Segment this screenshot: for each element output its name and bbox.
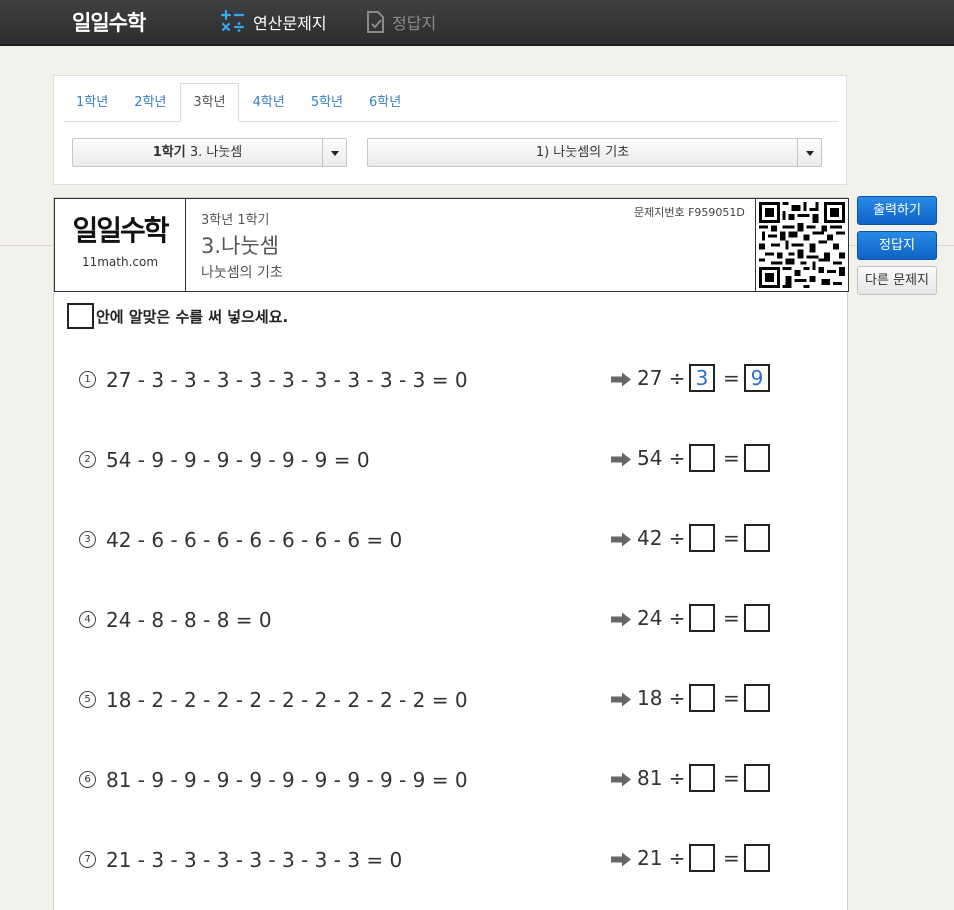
nav-problems-link[interactable]: 연산문제지 xyxy=(220,8,327,36)
instruction-text: 안에 알맞은 수를 써 넣으세요. xyxy=(96,307,289,326)
arithmetic-icon xyxy=(220,9,245,32)
divisor-answer-box[interactable] xyxy=(689,844,715,872)
nav-answers-link[interactable]: 정답지 xyxy=(366,8,436,36)
problem-row: 6 81 - 9 - 9 - 9 - 9 - 9 - 9 - 9 - 9 - 9… xyxy=(79,763,839,799)
quotient-answer-box[interactable] xyxy=(744,764,770,792)
print-button[interactable]: 출력하기 xyxy=(857,196,937,225)
site-url: 11math.com xyxy=(81,255,159,269)
problem-expression: 42 - 6 - 6 - 6 - 6 - 6 - 6 - 6 = 0 xyxy=(106,528,403,552)
division-expression: 42 ÷ xyxy=(637,526,686,550)
problem-number: 4 xyxy=(79,611,96,628)
problem-row: 7 21 - 3 - 3 - 3 - 3 - 3 - 3 - 3 = 0 21 … xyxy=(79,843,839,879)
right-arrow-icon xyxy=(611,452,631,467)
nav-problems-label: 연산문제지 xyxy=(253,14,327,33)
problem-expression: 18 - 2 - 2 - 2 - 2 - 2 - 2 - 2 - 2 - 2 =… xyxy=(106,688,468,712)
divisor-answer-box[interactable]: 3 xyxy=(689,364,715,392)
worksheet-logo: 일일수학 xyxy=(72,214,169,247)
divisor-answer-box[interactable] xyxy=(689,684,715,712)
chevron-down-icon[interactable] xyxy=(322,139,346,166)
topic-select-value: 1) 나눗셈의 기초 xyxy=(535,145,630,160)
grade-tabs: 1학년 2학년 3학년 4학년 5학년 6학년 xyxy=(64,83,838,122)
equals-sign: = xyxy=(723,686,740,710)
sheet-number: 문제지번호 F959051D xyxy=(634,206,745,219)
equals-sign: = xyxy=(723,766,740,790)
right-arrow-icon xyxy=(611,852,631,867)
site-logo[interactable]: 일일수학 xyxy=(72,7,146,37)
equals-sign: = xyxy=(723,846,740,870)
problem-row: 1 27 - 3 - 3 - 3 - 3 - 3 - 3 - 3 - 3 - 3… xyxy=(79,363,839,399)
tab-grade-2[interactable]: 2학년 xyxy=(122,84,178,121)
other-worksheet-button[interactable]: 다른 문제지 xyxy=(857,266,937,295)
division-expression: 24 ÷ xyxy=(637,606,686,630)
top-nav-bar: 일일수학 연산문제지 정답지 xyxy=(0,0,954,46)
problem-expression: 21 - 3 - 3 - 3 - 3 - 3 - 3 - 3 = 0 xyxy=(106,848,403,872)
divisor-answer-box[interactable] xyxy=(689,524,715,552)
problem-row: 3 42 - 6 - 6 - 6 - 6 - 6 - 6 - 6 = 0 42 … xyxy=(79,523,839,559)
qr-code-icon xyxy=(759,202,845,288)
right-arrow-icon xyxy=(611,612,631,627)
right-arrow-icon xyxy=(611,532,631,547)
grade-semester: 3학년 1학기 xyxy=(201,213,270,228)
division-expression: 54 ÷ xyxy=(637,446,686,470)
nav-answers-label: 정답지 xyxy=(392,14,437,33)
problem-row: 5 18 - 2 - 2 - 2 - 2 - 2 - 2 - 2 - 2 - 2… xyxy=(79,683,839,719)
equals-sign: = xyxy=(723,606,740,630)
tab-grade-6[interactable]: 6학년 xyxy=(357,84,413,121)
division-expression: 27 ÷ xyxy=(637,366,686,390)
quotient-answer-box[interactable] xyxy=(744,844,770,872)
right-arrow-icon xyxy=(611,692,631,707)
problem-expression: 54 - 9 - 9 - 9 - 9 - 9 - 9 = 0 xyxy=(106,448,370,472)
quotient-answer-box[interactable] xyxy=(744,604,770,632)
right-arrow-icon xyxy=(611,772,631,787)
problem-expression: 27 - 3 - 3 - 3 - 3 - 3 - 3 - 3 - 3 - 3 =… xyxy=(106,368,468,392)
chapter-select[interactable]: 1학기 3. 나눗셈 xyxy=(72,138,347,167)
topic-select[interactable]: 1) 나눗셈의 기초 xyxy=(367,138,822,167)
tab-grade-1[interactable]: 1학년 xyxy=(64,84,120,121)
worksheet-info: 3학년 1학기 3.나눗셈 나눗셈의 기초 xyxy=(201,209,283,282)
division-expression: 81 ÷ xyxy=(637,766,686,790)
worksheet-header: 일일수학 11math.com 3학년 1학기 3.나눗셈 나눗셈의 기초 문제… xyxy=(54,198,849,292)
grade-selector-panel: 1학년 2학년 3학년 4학년 5학년 6학년 1학기 3. 나눗셈 1) 나눗… xyxy=(53,75,847,185)
answer-sheet-icon xyxy=(367,11,384,33)
problem-row: 2 54 - 9 - 9 - 9 - 9 - 9 - 9 = 0 54 ÷ = xyxy=(79,443,839,479)
equals-sign: = xyxy=(723,366,740,390)
chapter-label: 3. 나눗셈 xyxy=(189,145,243,160)
blank-box-sample xyxy=(67,303,94,329)
divisor-answer-box[interactable] xyxy=(689,764,715,792)
semester-label: 1학기 xyxy=(152,145,186,160)
problem-number: 2 xyxy=(79,451,96,468)
equals-sign: = xyxy=(723,526,740,550)
divisor-answer-box[interactable] xyxy=(689,604,715,632)
problem-expression: 81 - 9 - 9 - 9 - 9 - 9 - 9 - 9 - 9 - 9 =… xyxy=(106,768,468,792)
unit-title: 3.나눗셈 xyxy=(201,234,279,258)
chevron-down-icon[interactable] xyxy=(797,139,821,166)
qr-code xyxy=(755,199,848,291)
problem-number: 1 xyxy=(79,371,96,388)
problem-number: 6 xyxy=(79,771,96,788)
quotient-answer-box[interactable] xyxy=(744,524,770,552)
problem-expression: 24 - 8 - 8 - 8 = 0 xyxy=(106,608,272,632)
divisor-answer-box[interactable] xyxy=(689,444,715,472)
tab-grade-5[interactable]: 5학년 xyxy=(299,84,355,121)
worksheet-brand: 일일수학 11math.com xyxy=(55,199,186,291)
tab-grade-4[interactable]: 4학년 xyxy=(241,84,297,121)
division-expression: 18 ÷ xyxy=(637,686,686,710)
quotient-answer-box[interactable] xyxy=(744,444,770,472)
answer-sheet-button[interactable]: 정답지 xyxy=(857,231,937,260)
quotient-answer-box[interactable] xyxy=(744,684,770,712)
right-arrow-icon xyxy=(611,372,631,387)
division-expression: 21 ÷ xyxy=(637,846,686,870)
chapter-select-value: 1학기 3. 나눗셈 xyxy=(73,139,346,166)
equals-sign: = xyxy=(723,446,740,470)
topic-title: 나눗셈의 기초 xyxy=(201,265,283,281)
worksheet: 일일수학 11math.com 3학년 1학기 3.나눗셈 나눗셈의 기초 문제… xyxy=(53,197,849,910)
problem-number: 7 xyxy=(79,851,96,868)
quotient-answer-box[interactable]: 9 xyxy=(744,364,770,392)
tab-grade-3[interactable]: 3학년 xyxy=(180,83,239,122)
problem-number: 5 xyxy=(79,691,96,708)
problem-number: 3 xyxy=(79,531,96,548)
problem-row: 4 24 - 8 - 8 - 8 = 0 24 ÷ = xyxy=(79,603,839,639)
instruction: 안에 알맞은 수를 써 넣으세요. xyxy=(67,303,288,329)
